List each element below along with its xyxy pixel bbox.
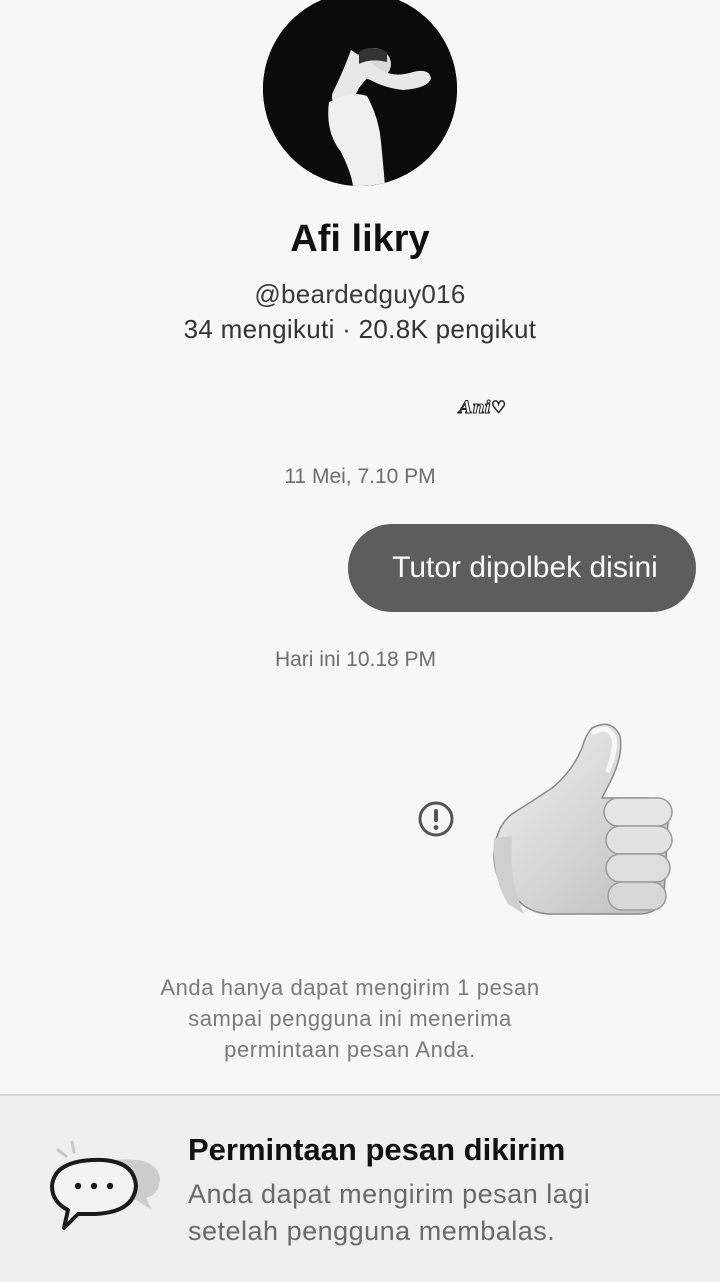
thumbs-up-sticker[interactable]: [488, 718, 678, 918]
send-failed-icon[interactable]: [417, 800, 455, 838]
notice-line: Anda hanya dapat mengirim 1 pesan: [160, 975, 540, 1000]
notice-line: sampai pengguna ini menerima: [188, 1006, 512, 1031]
request-sent-description: Anda dapat mengirim pesan lagi setelah p…: [188, 1176, 698, 1250]
message-request-panel: Permintaan pesan dikirim Anda dapat meng…: [0, 1094, 720, 1282]
profile-username: @beardedguy016: [254, 279, 466, 309]
profile-display-name: Afi likry: [290, 218, 430, 260]
message-limit-notice: Anda hanya dapat mengirim 1 pesan sampai…: [120, 972, 580, 1065]
description-line: Anda dapat mengirim pesan lagi: [188, 1179, 591, 1209]
watermark-text: Ani♡: [458, 398, 507, 419]
chat-bubble-icon: [50, 1140, 160, 1230]
watermark-label: Ani: [458, 398, 492, 419]
message-timestamp: Hari ini 10.18 PM: [274, 648, 437, 671]
notice-line: permintaan pesan Anda.: [224, 1037, 476, 1062]
sent-message-bubble[interactable]: Tutor dipolbek disini: [348, 524, 696, 612]
description-line: setelah pengguna membalas.: [188, 1216, 556, 1246]
message-timestamp: 11 Mei, 7.10 PM: [284, 465, 436, 488]
request-sent-title: Permintaan pesan dikirim: [188, 1132, 566, 1167]
heart-icon: ♡: [491, 398, 507, 419]
profile-follow-stats[interactable]: 34 mengikuti · 20.8K pengikut: [0, 314, 720, 345]
avatar-image: [263, 0, 457, 186]
profile-avatar[interactable]: [263, 0, 457, 186]
